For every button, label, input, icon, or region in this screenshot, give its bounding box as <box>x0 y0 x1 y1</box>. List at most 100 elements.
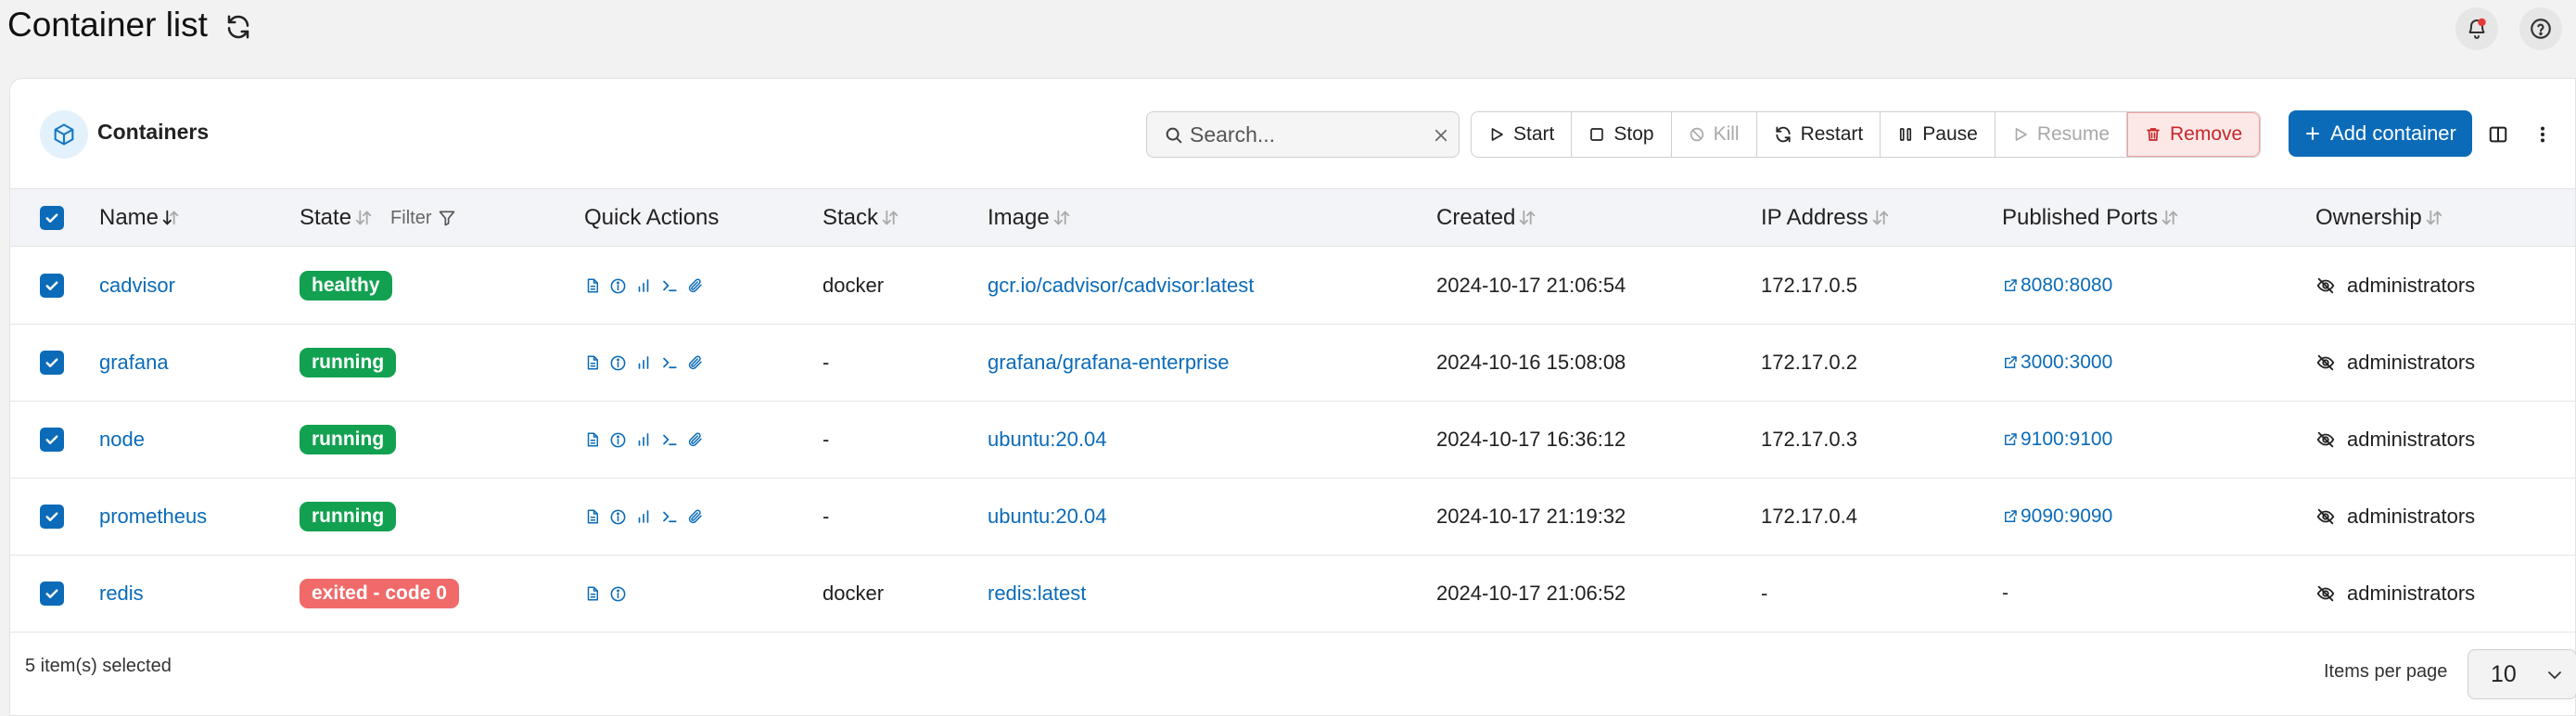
info-icon[interactable] <box>609 277 627 295</box>
port-link[interactable]: 8080:8080 <box>2002 275 2112 297</box>
logs-icon[interactable] <box>584 431 601 448</box>
port-link[interactable]: 3000:3000 <box>2002 352 2112 374</box>
info-icon[interactable] <box>609 354 627 372</box>
attach-icon[interactable] <box>687 277 704 294</box>
column-name[interactable]: Name <box>99 189 181 247</box>
checkbox[interactable] <box>40 206 64 230</box>
column-quick-actions-label: Quick Actions <box>584 205 720 230</box>
checkbox[interactable] <box>40 274 64 298</box>
logs-icon[interactable] <box>584 585 601 602</box>
state-filter-label[interactable]: Filter <box>390 208 431 229</box>
resume-button[interactable]: Resume <box>1996 112 2128 157</box>
add-container-button[interactable]: Add container <box>2289 110 2472 157</box>
image-link[interactable]: grafana/grafana-enterprise <box>988 325 1230 401</box>
pause-button[interactable]: Pause <box>1881 112 1996 157</box>
ban-icon <box>1689 126 1705 143</box>
items-per-page-select[interactable]: 10 <box>2468 649 2576 699</box>
logs-icon[interactable] <box>584 354 601 371</box>
port-link[interactable]: 9100:9100 <box>2002 428 2112 451</box>
notifications-button[interactable] <box>2455 7 2498 50</box>
container-name-link[interactable]: prometheus <box>99 479 207 555</box>
top-header: Container list <box>0 0 2576 54</box>
row-checkbox[interactable] <box>40 479 64 555</box>
table-row: node running - ubuntu:20.04 2024-10-17 1… <box>10 402 2575 479</box>
items-per-page-value: 10 <box>2491 660 2517 687</box>
search-box[interactable] <box>1146 111 1460 158</box>
sort-icon[interactable] <box>1870 208 1891 228</box>
eye-off-icon <box>2315 506 2336 527</box>
filter-icon[interactable] <box>438 209 456 227</box>
image-link[interactable]: gcr.io/cadvisor/cadvisor:latest <box>988 248 1254 324</box>
column-created[interactable]: Created <box>1436 189 1537 247</box>
containers-card: Containers Start <box>9 78 2576 716</box>
container-name-link[interactable]: cadvisor <box>99 248 175 324</box>
start-button[interactable]: Start <box>1472 112 1573 157</box>
clear-search-icon[interactable] <box>1433 127 1449 144</box>
column-ownership[interactable]: Ownership <box>2315 189 2444 247</box>
stats-icon[interactable] <box>635 354 652 371</box>
attach-icon[interactable] <box>687 508 704 525</box>
column-state[interactable]: State Filter <box>300 189 456 247</box>
console-icon[interactable] <box>660 277 679 294</box>
ip-cell: 172.17.0.2 <box>1761 351 1857 374</box>
console-icon[interactable] <box>660 508 679 525</box>
stats-icon[interactable] <box>635 431 652 448</box>
more-options-icon[interactable] <box>2532 124 2553 145</box>
sort-desc-icon[interactable] <box>160 208 181 228</box>
checkbox[interactable] <box>40 582 64 606</box>
info-icon[interactable] <box>609 431 627 449</box>
ownership-cell: administrators <box>2315 479 2475 555</box>
ports-cell: 9090:9090 <box>2002 479 2112 555</box>
stats-icon[interactable] <box>635 508 652 525</box>
port-link[interactable]: 9090:9090 <box>2002 505 2112 528</box>
select-all-checkbox[interactable] <box>40 189 64 247</box>
sort-icon[interactable] <box>2424 208 2444 228</box>
console-icon[interactable] <box>660 354 679 371</box>
attach-icon[interactable] <box>687 354 704 371</box>
stop-button[interactable]: Stop <box>1572 112 1672 157</box>
column-image[interactable]: Image <box>988 189 1072 247</box>
container-name-link[interactable]: redis <box>99 556 144 632</box>
search-input[interactable] <box>1190 120 1412 149</box>
sort-icon[interactable] <box>1517 208 1537 228</box>
page-title: Container list <box>7 6 208 44</box>
columns-icon[interactable] <box>2488 124 2508 145</box>
refresh-icon[interactable] <box>224 13 252 41</box>
sort-icon[interactable] <box>1052 208 1072 228</box>
eye-off-icon <box>2315 429 2336 450</box>
column-stack[interactable]: Stack <box>823 189 900 247</box>
image-link[interactable]: ubuntu:20.04 <box>988 402 1106 478</box>
console-icon[interactable] <box>660 431 679 448</box>
container-name-link[interactable]: grafana <box>99 325 169 401</box>
sort-icon[interactable] <box>880 208 900 228</box>
image-link[interactable]: ubuntu:20.04 <box>988 479 1106 555</box>
sort-icon[interactable] <box>2160 208 2180 228</box>
row-checkbox[interactable] <box>40 556 64 632</box>
info-icon[interactable] <box>609 585 627 603</box>
port-link: - <box>2002 582 2009 605</box>
checkbox[interactable] <box>40 505 64 529</box>
row-checkbox[interactable] <box>40 402 64 478</box>
eye-off-icon <box>2315 583 2336 604</box>
external-link-icon <box>2002 277 2019 294</box>
checkbox[interactable] <box>40 428 64 452</box>
info-icon[interactable] <box>609 508 627 526</box>
column-ip-address[interactable]: IP Address <box>1761 189 1891 247</box>
logs-icon[interactable] <box>584 508 601 525</box>
stack-cell: - <box>823 428 830 451</box>
kill-button[interactable]: Kill <box>1672 112 1757 157</box>
remove-button[interactable]: Remove <box>2127 112 2261 157</box>
image-link[interactable]: redis:latest <box>988 556 1086 632</box>
help-button[interactable] <box>2519 7 2562 50</box>
row-checkbox[interactable] <box>40 248 64 324</box>
restart-button[interactable]: Restart <box>1757 112 1881 157</box>
sort-icon[interactable] <box>353 208 374 228</box>
container-name-link[interactable]: node <box>99 402 145 478</box>
attach-icon[interactable] <box>687 431 704 448</box>
logs-icon[interactable] <box>584 277 601 294</box>
row-checkbox[interactable] <box>40 325 64 401</box>
pause-label: Pause <box>1922 123 1978 145</box>
stats-icon[interactable] <box>635 277 652 294</box>
column-published-ports[interactable]: Published Ports <box>2002 189 2180 247</box>
checkbox[interactable] <box>40 351 64 375</box>
